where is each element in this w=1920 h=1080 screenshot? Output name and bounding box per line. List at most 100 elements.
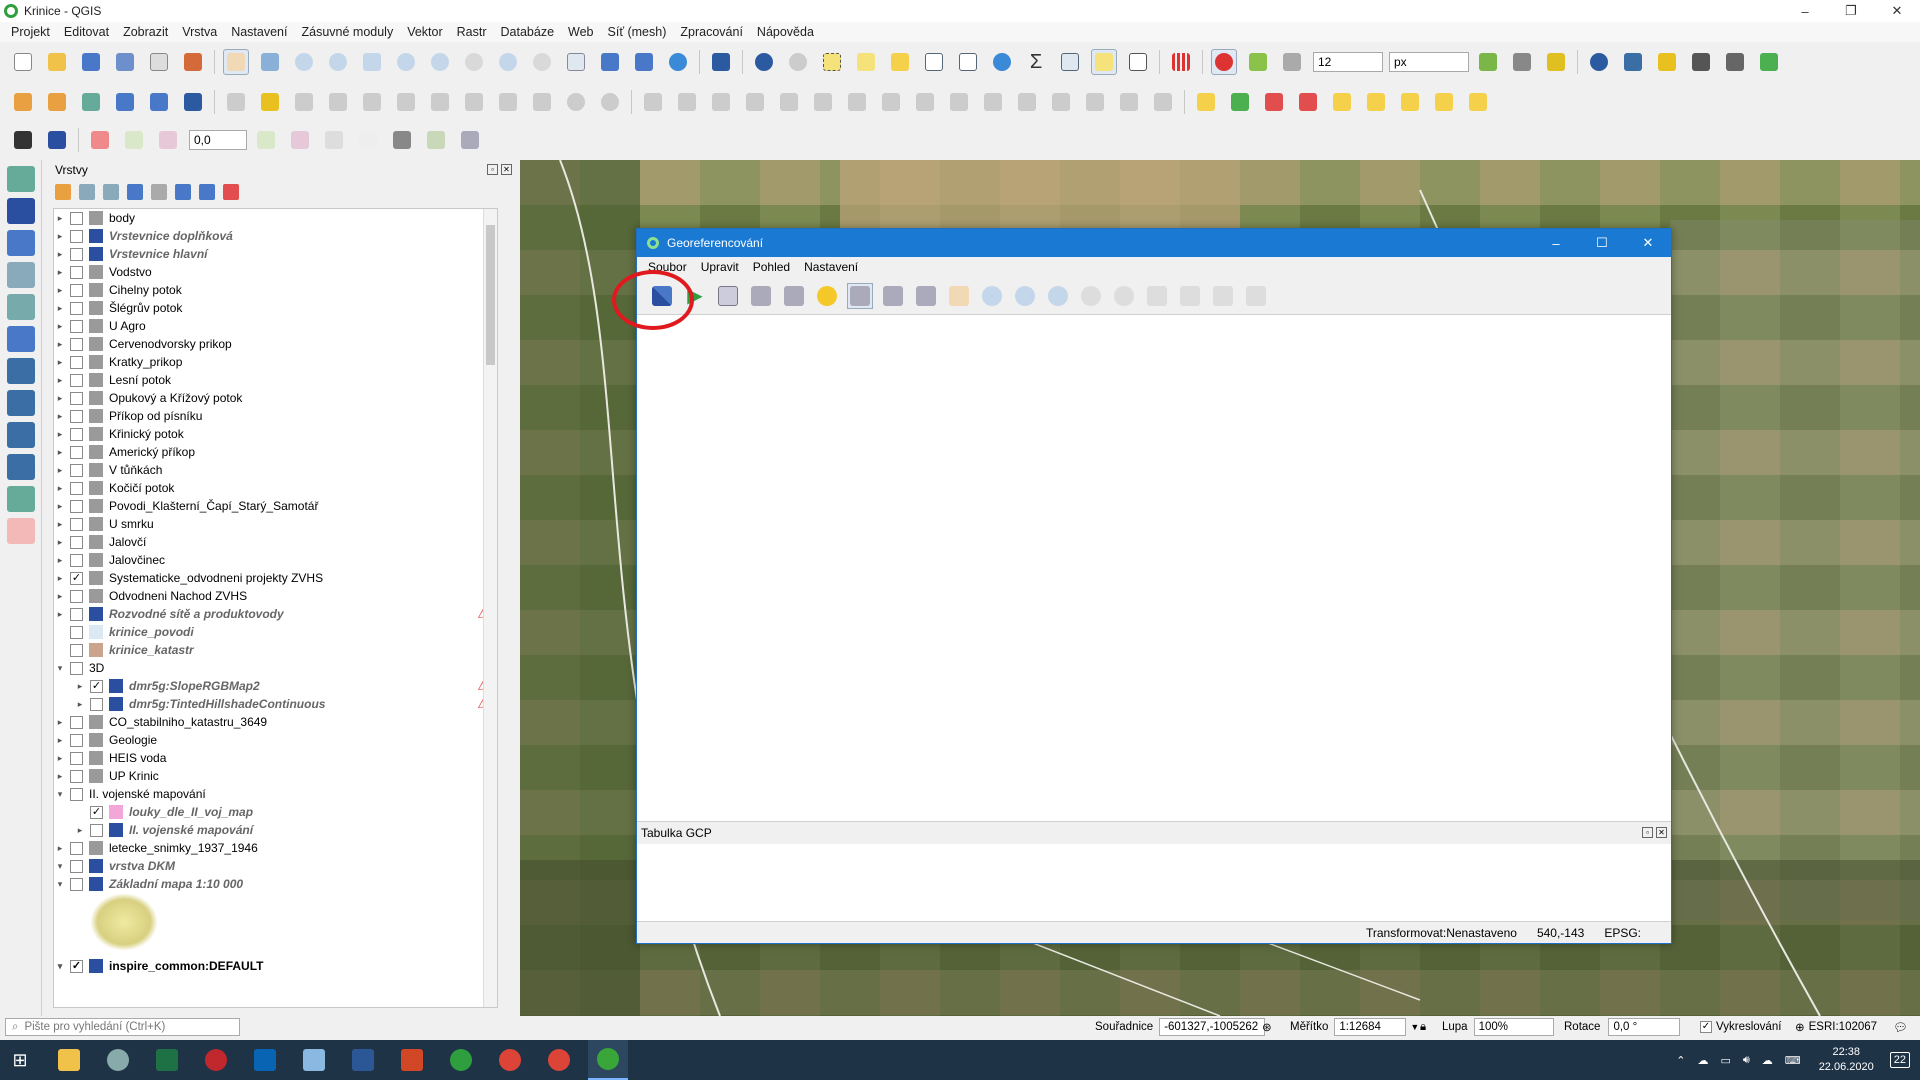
notepad-icon[interactable]	[294, 1040, 334, 1080]
label-diagram-icon[interactable]	[1227, 89, 1253, 115]
zoom-full-icon[interactable]	[393, 49, 419, 75]
virtual-layer-icon[interactable]	[146, 89, 172, 115]
sc-icon[interactable]	[253, 127, 279, 153]
ro-icon[interactable]	[155, 127, 181, 153]
layer-row[interactable]: ▸ Vrstevnice hlavní	[54, 245, 497, 263]
attribute-table-icon[interactable]	[921, 49, 947, 75]
move-feature-icon[interactable]	[674, 89, 700, 115]
layer-row[interactable]: ✓ louky_dle_II_voj_map	[54, 803, 497, 821]
label-pin-icon[interactable]	[1261, 89, 1287, 115]
georeferencer-titlebar[interactable]: Georeferencování – ☐ ✕	[637, 229, 1671, 257]
start-button[interactable]: ⊞	[0, 1040, 40, 1080]
layer-visibility-checkbox[interactable]	[70, 319, 83, 333]
expand-arrow-icon[interactable]: ▸	[54, 447, 66, 458]
new-project-icon[interactable]	[10, 49, 36, 75]
scrollbar-thumb[interactable]	[486, 225, 495, 365]
layer-visibility-checkbox[interactable]	[70, 517, 83, 531]
load-gcp-points-icon[interactable]	[748, 283, 774, 309]
layer-row[interactable]: ▸ Lesní potok	[54, 371, 497, 389]
split-parts-icon[interactable]	[1048, 89, 1074, 115]
expand-arrow-icon[interactable]: ▸	[74, 699, 86, 710]
refresh-icon[interactable]	[665, 49, 691, 75]
add-mesh-layer-icon[interactable]	[7, 230, 35, 256]
georeferencer-canvas[interactable]	[637, 316, 1671, 821]
add-virtual-layer-icon[interactable]	[7, 326, 35, 352]
float-panel-icon[interactable]: ▫	[487, 164, 498, 175]
layer-visibility-checkbox[interactable]	[70, 751, 83, 765]
layer-row-inspire-common[interactable]: ▾ ✓ inspire_common:DEFAULT	[54, 957, 497, 975]
layer-row[interactable]: ▸ II. vojenské mapování	[54, 821, 497, 839]
locator-search-input[interactable]: ⌕ Pište pro vyhledání (Ctrl+K)	[5, 1018, 240, 1036]
layer-checkbox[interactable]: ✓	[70, 959, 83, 973]
expand-arrow-icon[interactable]: ▸	[54, 231, 66, 242]
new-layer-icon[interactable]	[44, 89, 70, 115]
data-source-manager-icon[interactable]	[10, 89, 36, 115]
layer-visibility-checkbox[interactable]: ✓	[90, 679, 103, 693]
save-gcp-points-icon[interactable]	[781, 283, 807, 309]
georef-minimize-button[interactable]: –	[1533, 229, 1579, 257]
plugin-point-icon[interactable]	[10, 127, 36, 153]
layer-visibility-checkbox[interactable]	[70, 625, 83, 639]
add-icon[interactable]	[287, 127, 313, 153]
chrome-second-icon[interactable]	[539, 1040, 579, 1080]
settings-app-icon[interactable]	[98, 1040, 138, 1080]
snap-vertex-icon[interactable]	[1245, 49, 1271, 75]
label-show-icon[interactable]	[1363, 89, 1389, 115]
add-wcs-icon[interactable]	[7, 422, 35, 448]
georef-close-button[interactable]: ✕	[1625, 229, 1671, 257]
expand-arrow-icon[interactable]: ▸	[54, 735, 66, 746]
qgis-taskbar-icon[interactable]	[588, 1040, 628, 1080]
layer-row[interactable]: ▸ U smrku	[54, 515, 497, 533]
expand-arrow-icon[interactable]: ▸	[54, 321, 66, 332]
layer-visibility-checkbox[interactable]	[70, 427, 83, 441]
layer-row[interactable]: krinice_katastr	[54, 641, 497, 659]
layer-visibility-checkbox[interactable]	[70, 643, 83, 657]
redo-icon[interactable]	[597, 89, 623, 115]
layer-row[interactable]: ▸ Křinický potok	[54, 425, 497, 443]
expand-arrow-icon[interactable]: ▸	[54, 411, 66, 422]
expand-arrow-icon[interactable]: ▸	[54, 609, 66, 620]
expand-arrow-icon[interactable]: ▸	[54, 717, 66, 728]
expand-arrow-icon[interactable]: ▸	[54, 519, 66, 530]
link-qgis-to-georef-icon[interactable]	[1177, 283, 1203, 309]
layer-visibility-checkbox[interactable]	[70, 481, 83, 495]
menu-sit-mesh[interactable]: Síť (mesh)	[601, 25, 674, 39]
t-plus-icon[interactable]	[389, 127, 415, 153]
rotate-feature-icon[interactable]	[708, 89, 734, 115]
georef-menu-upravit[interactable]: Upravit	[694, 260, 746, 274]
powerpoint-icon[interactable]	[392, 1040, 432, 1080]
add-wfs-icon[interactable]	[7, 390, 35, 416]
georef-zoom-last-icon[interactable]	[1078, 283, 1104, 309]
outlook-icon[interactable]	[245, 1040, 285, 1080]
layer-visibility-checkbox[interactable]	[70, 265, 83, 279]
grid-dots-icon[interactable]	[1168, 49, 1194, 75]
layer-visibility-checkbox[interactable]	[70, 211, 83, 225]
layer-row[interactable]: ▸ Geologie	[54, 731, 497, 749]
snap-tolerance-icon[interactable]	[1279, 49, 1305, 75]
excel-icon[interactable]	[147, 1040, 187, 1080]
bookmarks-icon[interactable]	[631, 49, 657, 75]
expand-arrow-icon[interactable]: ▸	[54, 843, 66, 854]
lock-scale-icon[interactable]: 🔒︎	[1420, 1018, 1426, 1036]
advanced-digitizing-icon[interactable]	[640, 89, 666, 115]
layer-row[interactable]: ▸ Kočičí potok	[54, 479, 497, 497]
link-georef-to-qgis-icon[interactable]	[1144, 283, 1170, 309]
crs-group[interactable]: ⊕ ESRI:102067	[1795, 1018, 1877, 1036]
notification-center-icon[interactable]: 22	[1889, 1052, 1910, 1068]
tray-expand-icon[interactable]: ⌃	[1676, 1054, 1685, 1067]
layer-row[interactable]: ▸ Šlégrův potok	[54, 299, 497, 317]
scale-field[interactable]: 1:12684	[1334, 1018, 1407, 1036]
layer-row[interactable]: ▸ ✓ Systematicke_odvodneni projekty ZVHS	[54, 569, 497, 587]
expand-arrow-icon[interactable]: ▸	[54, 303, 66, 314]
layer-row[interactable]: ▸ letecke_snimky_1937_1946	[54, 839, 497, 857]
georef-maximize-button[interactable]: ☐	[1579, 229, 1625, 257]
minimize-button[interactable]: –	[1782, 0, 1828, 22]
layer-visibility-checkbox[interactable]	[70, 769, 83, 783]
layer-row[interactable]: ▸ Povodi_Klašterní_Čapí_Starý_Samotář	[54, 497, 497, 515]
expander-icon[interactable]: ▾	[54, 961, 66, 972]
expand-arrow-icon[interactable]: ▸	[54, 375, 66, 386]
layer-visibility-checkbox[interactable]	[70, 715, 83, 729]
expand-arrow-icon[interactable]: ▸	[54, 285, 66, 296]
layer-row[interactable]: ▸ Příkop od písníku	[54, 407, 497, 425]
render-checkbox[interactable]: ✓	[1700, 1021, 1712, 1033]
